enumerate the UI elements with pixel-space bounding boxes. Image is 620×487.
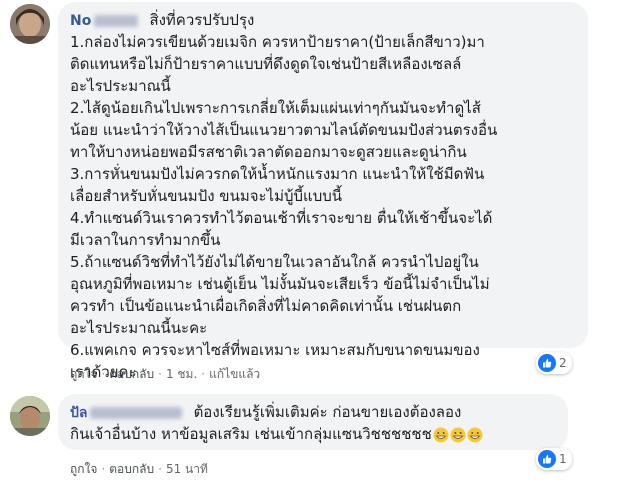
comment-body: 1.กล่องไม่ควรเขียนด้วยเมจิก ควรหาป้ายราค… — [70, 31, 576, 383]
comment-text-line: ติดแทนหรือไม่ก็ป้ายราคาแบบที่ดึงดูดใจเช่… — [70, 55, 462, 73]
comment-text-line: ต้องเรียนรู้เพิ่มเติมค่ะ ก่อนขายเองต้องล… — [193, 403, 462, 421]
comment-text-line: 4.ทำแซนด์วินเราควรทำไว้ตอนเช้าที่เราจะขา… — [70, 209, 493, 227]
avatar-photo — [10, 396, 50, 436]
comment-actions: ถูกใจ · ตอบกลับ · 1 ชม. · แก้ไขแล้ว — [70, 365, 260, 384]
comment-text: กินเจ้าอื่นบ้าง หาข้อมูลเสริม เช่นเข้ากล… — [70, 425, 432, 443]
reaction-count: 2 — [559, 356, 567, 370]
comment-author[interactable]: ปัล — [70, 405, 87, 421]
reply-link[interactable]: ตอบกลับ — [109, 460, 154, 479]
like-icon — [538, 354, 556, 372]
grinning-emoji-icon — [467, 427, 483, 442]
comment-text-line: ทาให้บางหน่อยพอมีรสชาติเวลาตัดออกมาจะดูส… — [70, 143, 467, 161]
comment-bubble: ปัล ต้องเรียนรู้เพิ่มเติมค่ะ ก่อนขายเองต… — [58, 394, 568, 450]
avatar[interactable] — [10, 396, 50, 436]
grinning-emoji-icon — [433, 427, 449, 442]
comment-text-line: อะไรประมาณนี้ — [70, 77, 171, 95]
comment-text-line: อุณหภูมิที่พอเหมาะ เช่นตู้เย็น ไม่งั้นมั… — [70, 275, 490, 293]
comment-text-line: มีเวลาในการทำมากขึ้น — [70, 231, 221, 249]
comment-text-line: 5.ถ้าแซนด์วิชที่ทำไว้ยังไม่ได้ขายในเวลาอ… — [70, 253, 479, 271]
timestamp[interactable]: 1 ชม. — [166, 365, 197, 384]
like-icon — [538, 450, 556, 468]
comment-text-line: อะไรประมาณนี้นะคะ — [70, 319, 208, 337]
edited-label[interactable]: แก้ไขแล้ว — [209, 365, 260, 384]
comment-2: ปัล ต้องเรียนรู้เพิ่มเติมค่ะ ก่อนขายเองต… — [0, 390, 620, 487]
reaction-count: 1 — [559, 452, 567, 466]
avatar-photo — [10, 4, 50, 44]
grinning-emoji-icon — [450, 427, 466, 442]
author-name-redacted — [91, 13, 139, 29]
comment-text-line: 6.แพคเกจ ควรจะหาไซส์ที่พอเหมาะ เหมาะสมกั… — [70, 341, 480, 359]
comment-1: No สิ่งที่ควรปรับปรุง 1.กล่องไม่ควรเขียน… — [0, 0, 620, 390]
comment-author[interactable]: No — [70, 13, 91, 29]
comment-text-line: น้อย แนะนำว่าให้วางไส้เป็นแนวยาวตามไลน์ต… — [70, 121, 498, 139]
like-link[interactable]: ถูกใจ — [70, 460, 97, 479]
comment-bubble: No สิ่งที่ควรปรับปรุง 1.กล่องไม่ควรเขียน… — [58, 2, 588, 381]
comment-text-line: เลื่อยสำหรับหั่นขนมปัง ขนมจะไม่บู้บี้แบบ… — [70, 187, 342, 205]
like-link[interactable]: ถูกใจ — [70, 365, 97, 384]
comment-text-line: 2.ไส้ดูน้อยเกินไปเพราะการเกลี่ยให้เต็มแผ… — [70, 99, 481, 117]
comment-text-line: กินเจ้าอื่นบ้าง หาข้อมูลเสริม เช่นเข้ากล… — [70, 423, 556, 445]
comment-text-line: 1.กล่องไม่ควรเขียนด้วยเมจิก ควรหาป้ายราค… — [70, 33, 485, 51]
comment-text-line: 3.การหั่นขนมปังไม่ควรกดให้น้ำหนักแรงมาก … — [70, 165, 485, 183]
timestamp[interactable]: 51 นาที — [166, 460, 208, 479]
comment-text-line: สิ่งที่ควรปรับปรุง — [149, 11, 255, 29]
reaction-summary[interactable]: 2 — [536, 352, 572, 374]
reply-link[interactable]: ตอบกลับ — [109, 365, 154, 384]
reaction-summary[interactable]: 1 — [536, 448, 572, 470]
comment-actions: ถูกใจ · ตอบกลับ · 51 นาที — [70, 460, 208, 479]
comment-text-line: ควรทำ เป็นข้อแนะนำเผื่อเกิดสิ่งที่ไม่คาด… — [70, 297, 462, 315]
author-name-redacted — [87, 405, 183, 421]
avatar[interactable] — [10, 4, 50, 44]
